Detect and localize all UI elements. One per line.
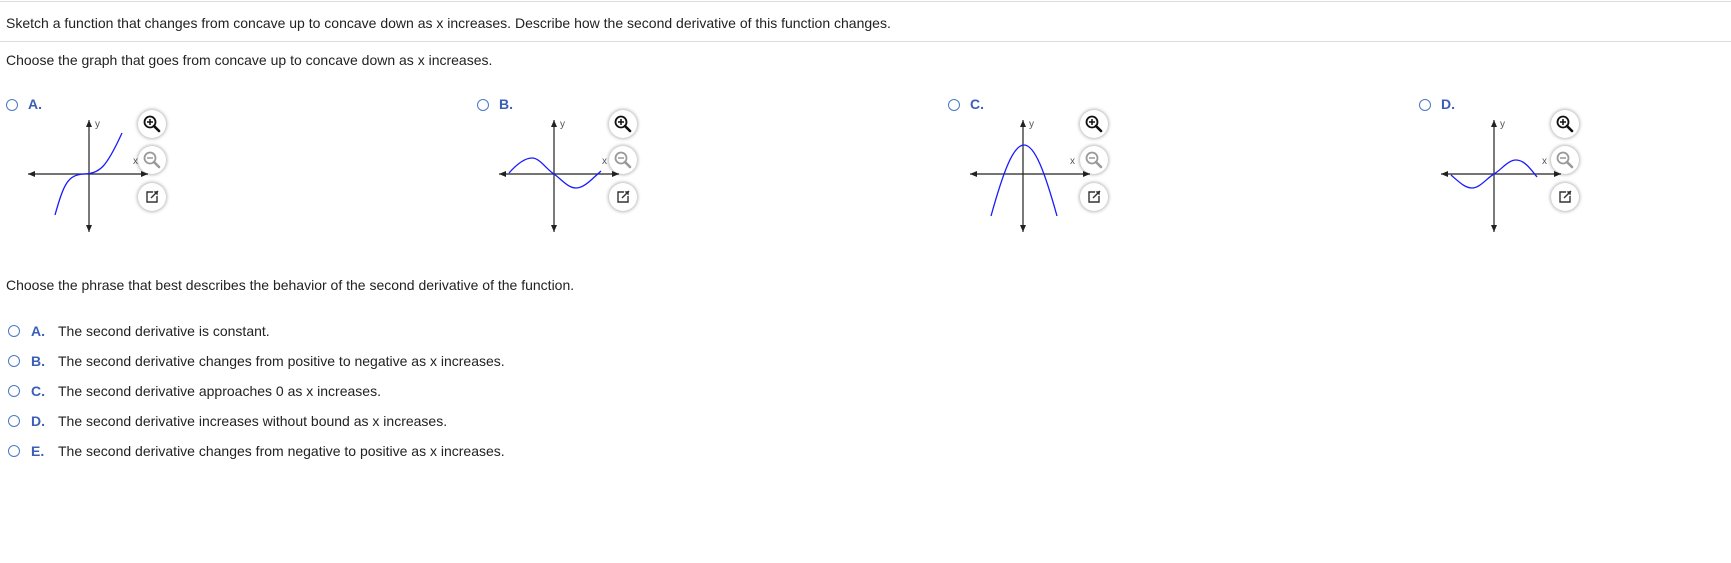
option-text[interactable]: The second derivative changes from negat… bbox=[58, 443, 505, 459]
x-axis-left-arrow bbox=[1441, 171, 1448, 177]
popout-icon bbox=[617, 190, 630, 203]
zoom-out-button-d[interactable] bbox=[1551, 146, 1579, 174]
option-letter: D. bbox=[31, 413, 45, 429]
x-axis-label: x bbox=[1542, 156, 1547, 167]
function-curve bbox=[508, 157, 602, 189]
option-text[interactable]: The second derivative changes from posit… bbox=[58, 353, 505, 369]
derivative-prompt: Choose the phrase that best describes th… bbox=[6, 277, 575, 293]
zoom-in-button-a[interactable] bbox=[138, 110, 166, 138]
zoom-out-button-b[interactable] bbox=[609, 146, 637, 174]
option-letter: C. bbox=[970, 96, 984, 112]
y-axis-up-arrow bbox=[1491, 120, 1497, 127]
y-axis-up-arrow bbox=[86, 120, 92, 127]
radio-button[interactable] bbox=[1419, 99, 1431, 111]
graph-a: y x bbox=[28, 119, 148, 232]
option-letter: B. bbox=[499, 96, 513, 112]
x-axis-left-arrow bbox=[970, 171, 977, 177]
radio-button[interactable] bbox=[8, 355, 20, 367]
option-text[interactable]: The second derivative is constant. bbox=[58, 323, 270, 339]
radio-button[interactable] bbox=[8, 385, 20, 397]
zoom-out-icon bbox=[1556, 151, 1574, 169]
y-axis-down-arrow bbox=[1020, 225, 1026, 232]
radio-button[interactable] bbox=[6, 99, 18, 111]
question-text: Sketch a function that changes from conc… bbox=[6, 15, 891, 31]
zoom-in-icon bbox=[143, 115, 161, 133]
zoom-in-button-c[interactable] bbox=[1080, 110, 1108, 138]
y-axis-up-arrow bbox=[551, 120, 557, 127]
zoom-out-icon bbox=[1085, 151, 1103, 169]
top-border bbox=[0, 1, 1731, 2]
divider bbox=[0, 41, 1731, 42]
option-text[interactable]: The second derivative approaches 0 as x … bbox=[58, 383, 381, 399]
y-axis-label: y bbox=[1029, 119, 1034, 130]
zoom-out-button-c[interactable] bbox=[1080, 146, 1108, 174]
zoom-in-button-b[interactable] bbox=[609, 110, 637, 138]
option-letter: A. bbox=[28, 96, 42, 112]
x-axis-left-arrow bbox=[499, 171, 506, 177]
radio-button[interactable] bbox=[477, 99, 489, 111]
y-axis-down-arrow bbox=[86, 225, 92, 232]
y-axis-up-arrow bbox=[1020, 120, 1026, 127]
graph-c: y x bbox=[970, 119, 1090, 232]
y-axis-down-arrow bbox=[551, 225, 557, 232]
popout-icon bbox=[146, 190, 159, 203]
radio-button[interactable] bbox=[948, 99, 960, 111]
y-axis-label: y bbox=[95, 119, 100, 130]
zoom-in-icon bbox=[1085, 115, 1103, 133]
zoom-in-icon bbox=[614, 115, 632, 133]
graph-b: y x bbox=[499, 119, 619, 232]
option-letter: C. bbox=[31, 383, 45, 399]
popout-button-d[interactable] bbox=[1551, 183, 1579, 211]
y-axis-label: y bbox=[560, 119, 565, 130]
zoom-out-button-a[interactable] bbox=[138, 146, 166, 174]
popout-button-c[interactable] bbox=[1080, 183, 1108, 211]
graph-prompt: Choose the graph that goes from concave … bbox=[6, 52, 493, 68]
popout-button-b[interactable] bbox=[609, 183, 637, 211]
radio-button[interactable] bbox=[8, 445, 20, 457]
option-text[interactable]: The second derivative increases without … bbox=[58, 413, 447, 429]
option-letter: A. bbox=[31, 323, 45, 339]
x-axis-label: x bbox=[1070, 156, 1075, 167]
radio-button[interactable] bbox=[8, 325, 20, 337]
option-letter: E. bbox=[31, 443, 45, 459]
y-axis-label: y bbox=[1500, 119, 1505, 130]
radio-button[interactable] bbox=[8, 415, 20, 427]
x-axis-left-arrow bbox=[28, 171, 35, 177]
function-curve bbox=[990, 144, 1058, 217]
option-letter: D. bbox=[1441, 96, 1455, 112]
popout-button-a[interactable] bbox=[138, 183, 166, 211]
zoom-out-icon bbox=[614, 151, 632, 169]
popout-icon bbox=[1088, 190, 1101, 203]
zoom-in-button-d[interactable] bbox=[1551, 110, 1579, 138]
option-letter: B. bbox=[31, 353, 45, 369]
popout-icon bbox=[1559, 190, 1572, 203]
zoom-in-icon bbox=[1556, 115, 1574, 133]
y-axis-down-arrow bbox=[1491, 225, 1497, 232]
zoom-out-icon bbox=[143, 151, 161, 169]
x-axis-label: x bbox=[602, 156, 607, 167]
graph-d: y x bbox=[1441, 119, 1561, 232]
